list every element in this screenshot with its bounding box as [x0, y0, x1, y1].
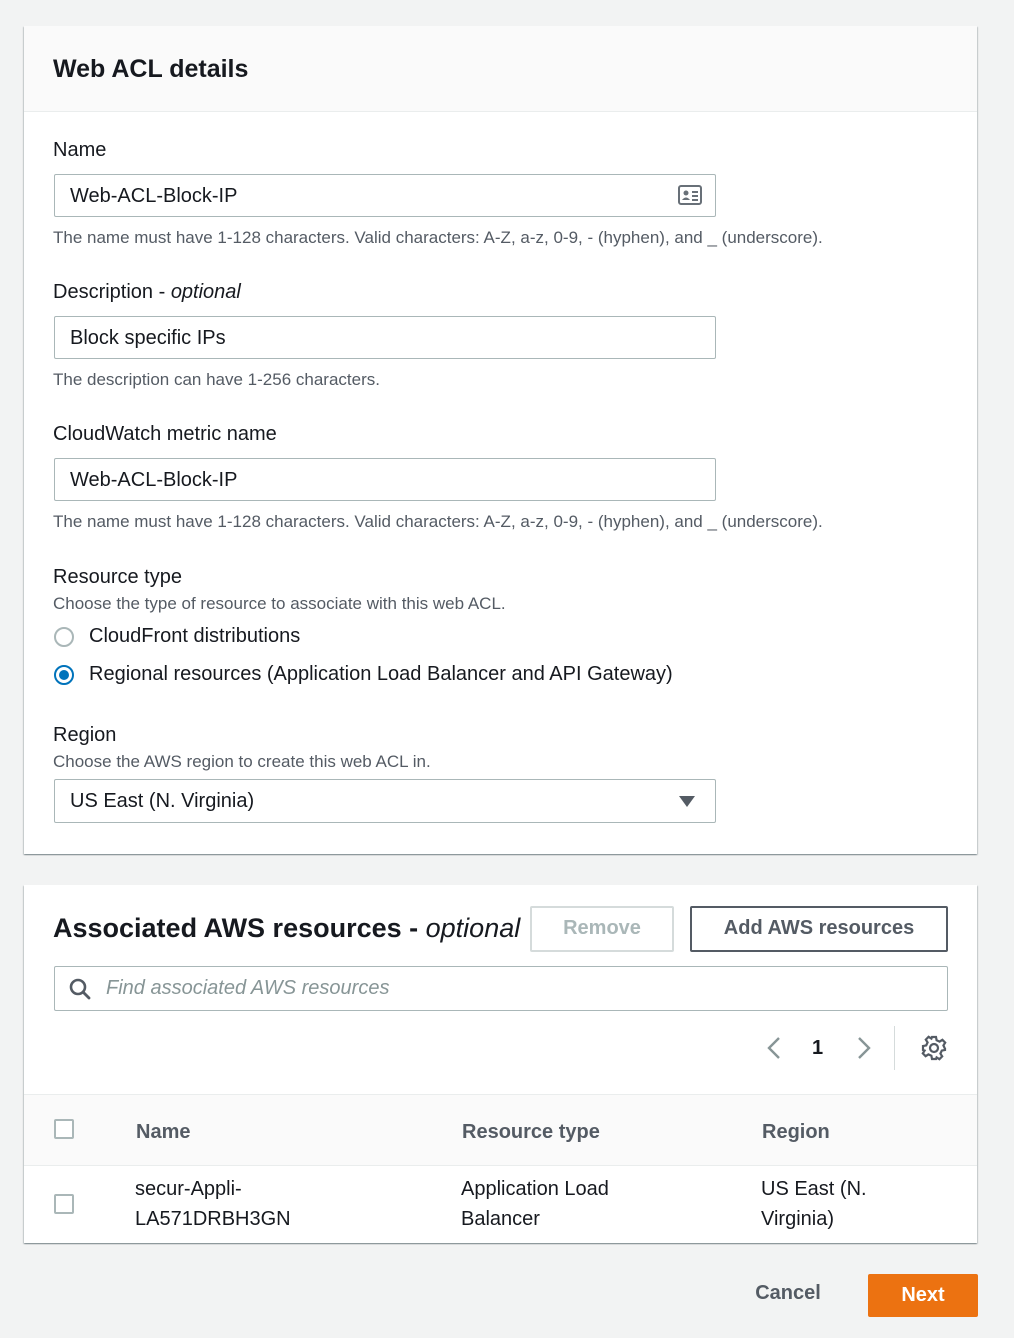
panel-title: Web ACL details [53, 55, 249, 83]
cancel-button[interactable]: Cancel [738, 1273, 838, 1317]
row-name: secur-Appli- LA571DRBH3GN [135, 1174, 291, 1234]
web-acl-details-panel: Web ACL details Name Web-ACL-Block-IP Th… [24, 26, 977, 854]
id-card-icon [678, 185, 702, 205]
optional-tag: optional [425, 913, 521, 943]
resources-title: Associated AWS resources - optional [53, 911, 520, 945]
column-header-resource-type[interactable]: Resource type [462, 1119, 600, 1145]
radio-cloudfront[interactable] [54, 627, 74, 647]
pagination-divider [894, 1026, 895, 1070]
description-label: Description - optional [53, 279, 241, 305]
name-label: Name [53, 139, 107, 161]
description-input-value: Block specific IPs [70, 327, 226, 349]
radio-regional[interactable] [54, 665, 74, 685]
metric-label: CloudWatch metric name [53, 423, 277, 445]
row-name-line: LA571DRBH3GN [135, 1208, 291, 1230]
panel-header: Web ACL details [24, 26, 977, 112]
row-type-line: Application Load [461, 1178, 609, 1200]
resources-search-input[interactable]: Find associated AWS resources [54, 966, 948, 1011]
column-header-name[interactable]: Name [136, 1119, 190, 1145]
metric-hint: The name must have 1-128 characters. Val… [53, 512, 823, 531]
associated-resources-panel: Associated AWS resources - optional Remo… [24, 885, 977, 1243]
optional-tag: optional [170, 281, 241, 303]
chevron-right-icon[interactable] [856, 1036, 872, 1060]
row-region-line: US East (N. [761, 1178, 867, 1200]
metric-input-value: Web-ACL-Block-IP [70, 469, 238, 491]
row-name-line: secur-Appli- [135, 1178, 242, 1200]
description-hint: The description can have 1-256 character… [53, 370, 380, 389]
select-all-checkbox[interactable] [54, 1119, 74, 1139]
page-number[interactable]: 1 [812, 1035, 823, 1061]
description-label-text: Description - [53, 281, 171, 303]
region-select[interactable]: US East (N. Virginia) [54, 779, 716, 823]
table-row[interactable]: secur-Appli- LA571DRBH3GN Application Lo… [24, 1166, 977, 1243]
remove-button[interactable]: Remove [530, 906, 674, 952]
add-aws-resources-button[interactable]: Add AWS resources [690, 906, 948, 952]
name-input-value: Web-ACL-Block-IP [70, 185, 238, 207]
region-label: Region [53, 724, 117, 746]
caret-down-icon [679, 796, 695, 807]
gear-icon[interactable] [921, 1035, 947, 1061]
search-icon [69, 978, 91, 1000]
description-input[interactable]: Block specific IPs [54, 316, 716, 359]
resource-type-label: Resource type [53, 566, 182, 588]
row-type-line: Balancer [461, 1208, 540, 1230]
name-input[interactable]: Web-ACL-Block-IP [54, 174, 716, 217]
radio-cloudfront-label[interactable]: CloudFront distributions [89, 623, 300, 649]
column-header-region[interactable]: Region [762, 1119, 830, 1145]
region-hint: Choose the AWS region to create this web… [53, 752, 431, 771]
resources-title-text: Associated AWS resources - [53, 913, 426, 943]
chevron-left-icon[interactable] [766, 1036, 782, 1060]
table-header: Name Resource type Region [24, 1094, 977, 1166]
radio-regional-label[interactable]: Regional resources (Application Load Bal… [89, 661, 673, 687]
row-region: US East (N. Virginia) [761, 1174, 867, 1234]
row-region-line: Virginia) [761, 1208, 834, 1230]
name-hint: The name must have 1-128 characters. Val… [53, 228, 823, 247]
search-placeholder: Find associated AWS resources [106, 977, 390, 999]
row-checkbox[interactable] [54, 1194, 74, 1214]
resource-type-hint: Choose the type of resource to associate… [53, 594, 506, 613]
region-select-value: US East (N. Virginia) [70, 790, 255, 812]
next-button[interactable]: Next [868, 1274, 978, 1317]
row-resource-type: Application Load Balancer [461, 1174, 609, 1234]
metric-input[interactable]: Web-ACL-Block-IP [54, 458, 716, 501]
